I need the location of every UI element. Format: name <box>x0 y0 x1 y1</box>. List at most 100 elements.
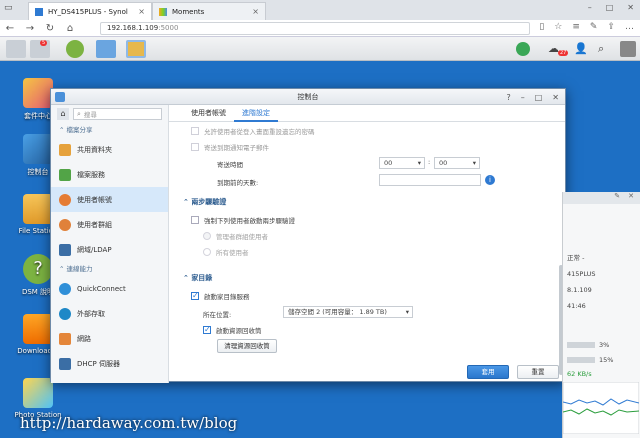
option-enforce-twostep[interactable]: 強制下列使用者啟動兩步驟驗證 <box>191 215 295 225</box>
maximize-icon[interactable]: □ <box>535 93 543 102</box>
browser-toolbar-right: ▯ ☆ ≡ ✎ ⇪ … <box>539 22 634 32</box>
send-time-label: 寄送時間 <box>217 161 243 169</box>
minimize-icon[interactable]: – <box>521 93 525 102</box>
window-controls: – □ ✕ <box>588 3 634 12</box>
sidebar-item-dhcp[interactable]: DHCP 伺服器 <box>51 351 168 376</box>
chevron-down-icon: ▾ <box>405 308 409 316</box>
tab-bar: 使用者帳號 進階設定 <box>169 105 565 122</box>
system-health-widget: ✎ ✕ 正常 - 415PLUS 8.1.109 41:46 3% 15% 62 … <box>562 192 640 438</box>
widgets-icon[interactable] <box>620 41 636 57</box>
refresh-icon[interactable]: ↻ <box>40 23 60 34</box>
sidebar-item-quickconnect[interactable]: QuickConnect <box>51 276 168 301</box>
ram-bar <box>567 357 595 363</box>
user-icon <box>59 193 71 206</box>
option-enable-home[interactable]: ✓ 啟動家目錄服務 <box>191 291 250 301</box>
sidebar-item-network[interactable]: 網路 <box>51 326 168 351</box>
checkbox[interactable] <box>191 143 199 151</box>
shared-folder-icon <box>59 143 71 156</box>
radio-all-users[interactable]: 所有使用者 <box>203 247 249 257</box>
radio[interactable] <box>203 248 211 256</box>
tab-list-icon[interactable]: ▭ <box>4 3 13 13</box>
window-controls: ? – □ ✕ <box>506 89 559 105</box>
forward-icon[interactable]: → <box>20 23 40 34</box>
user-icon[interactable]: 👤 <box>574 42 588 55</box>
more-icon[interactable]: … <box>625 22 634 32</box>
reset-button[interactable]: 重置 <box>517 365 559 379</box>
help-icon: ? <box>23 254 53 284</box>
search-box[interactable]: ⌕ 搜尋 <box>73 108 162 120</box>
reading-view-icon[interactable]: ▯ <box>539 22 544 32</box>
sidebar-item-shared-folder[interactable]: 共用資料夾 <box>51 137 168 162</box>
sidebar-item-external-access[interactable]: 外部存取 <box>51 301 168 326</box>
network-graph <box>563 382 639 434</box>
checkbox-checked-icon[interactable]: ✓ <box>191 292 199 300</box>
sync-status-icon[interactable] <box>516 42 530 56</box>
package-center-task-icon[interactable] <box>96 40 116 58</box>
hour-select[interactable]: 00 ▾ <box>379 157 425 169</box>
show-desktop-icon[interactable] <box>6 40 26 58</box>
tab-user-account[interactable]: 使用者帳號 <box>183 105 234 122</box>
notification-badge: 27 <box>558 50 569 56</box>
share-icon[interactable]: ⇪ <box>607 22 615 32</box>
radio[interactable] <box>203 232 211 240</box>
browser-tab-bar: HY_DS415PLUS - Synol × Moments × ▭ – □ ✕ <box>0 0 640 20</box>
close-window-icon[interactable]: ✕ <box>627 3 634 12</box>
cpu-bar <box>567 342 595 348</box>
sidebar-group-file-sharing[interactable]: ⌃ 檔案分享 <box>51 123 168 137</box>
home-icon[interactable]: ⌂ <box>57 108 69 120</box>
status-text: 正常 - <box>567 254 585 262</box>
close-icon[interactable]: ✕ <box>628 192 634 204</box>
help-icon[interactable]: ? <box>506 93 510 102</box>
sidebar-group-connectivity[interactable]: ⌃ 連線能力 <box>51 262 168 276</box>
section-home[interactable]: ⌃ 家目錄 <box>183 273 212 283</box>
option-recycle-bin[interactable]: ✓ 啟動資源回收筒 <box>203 325 262 335</box>
close-icon[interactable]: ✕ <box>552 93 559 102</box>
dsm-help-icon[interactable] <box>66 40 84 58</box>
url-field[interactable]: 192.168.1.109:5000 <box>100 22 530 35</box>
maximize-icon[interactable]: □ <box>606 3 614 12</box>
browser-tab-moments[interactable]: Moments × <box>152 2 266 20</box>
section-twostep[interactable]: ⌃ 兩步驟驗證 <box>183 197 226 207</box>
apply-button[interactable]: 套用 <box>467 365 509 379</box>
address-bar: ← → ↻ ⌂ 192.168.1.109:5000 ▯ ☆ ≡ ✎ ⇪ … <box>0 20 640 37</box>
home-icon[interactable]: ⌂ <box>60 23 80 34</box>
checkbox[interactable] <box>191 127 199 135</box>
tab-advanced[interactable]: 進階設定 <box>234 105 278 122</box>
checkbox-checked-icon[interactable]: ✓ <box>203 326 211 334</box>
search-icon[interactable]: ⌕ <box>598 42 604 56</box>
option-expiry-email[interactable]: 寄送到期通知電子郵件 <box>191 142 269 152</box>
sidebar-item-file-services[interactable]: 檔案服務 <box>51 162 168 187</box>
close-tab-icon[interactable]: × <box>252 7 259 16</box>
days-before-label: 到期前的天數: <box>217 179 259 187</box>
control-panel-window: 控制台 ? – □ ✕ ⌂ ⌕ 搜尋 ⌃ 檔案分享 共用資料夾 檔案服務 使用者… <box>50 88 566 383</box>
control-panel-app-icon <box>55 92 65 102</box>
sidebar-item-domain-ldap[interactable]: 網域/LDAP <box>51 237 168 262</box>
close-tab-icon[interactable]: × <box>138 7 145 16</box>
browser-tab-dsm[interactable]: HY_DS415PLUS - Synol × <box>28 2 152 20</box>
option-reset-password[interactable]: 允許使用者從登入畫面重設遺忘的密碼 <box>191 126 315 136</box>
sidebar-item-user[interactable]: 使用者帳號 <box>51 187 168 212</box>
minimize-icon[interactable]: – <box>588 3 592 12</box>
favorite-star-icon[interactable]: ☆ <box>554 22 562 32</box>
checkbox[interactable] <box>191 216 199 224</box>
notes-icon[interactable]: ✎ <box>590 22 598 32</box>
network-speed: 62 KB/s <box>567 370 592 378</box>
days-before-input[interactable] <box>379 174 481 186</box>
pin-icon[interactable]: ✎ <box>614 192 620 204</box>
sidebar-item-group[interactable]: 使用者群組 <box>51 212 168 237</box>
location-select[interactable]: 儲存空間 2 (可用容量： 1.89 TB) ▾ <box>283 306 413 318</box>
empty-recycle-bin-button[interactable]: 清理資源回收筒 <box>217 339 277 353</box>
control-panel-task-icon[interactable] <box>126 40 146 58</box>
search-icon: ⌕ <box>77 109 81 118</box>
uptime-text: 41:46 <box>567 302 586 310</box>
radio-admin-group[interactable]: 管理者群組使用者 <box>203 231 268 241</box>
minute-select[interactable]: 00 ▾ <box>434 157 480 169</box>
chevron-down-icon: ▾ <box>472 159 476 167</box>
info-icon[interactable]: i <box>485 175 495 185</box>
desktop-icon-photo-station[interactable]: Photo Station <box>12 378 64 419</box>
photo-icon <box>23 378 53 408</box>
window-titlebar[interactable]: 控制台 <box>51 89 565 105</box>
back-icon[interactable]: ← <box>0 23 20 34</box>
location-label: 所在位置: <box>203 311 232 319</box>
hub-icon[interactable]: ≡ <box>572 22 580 32</box>
